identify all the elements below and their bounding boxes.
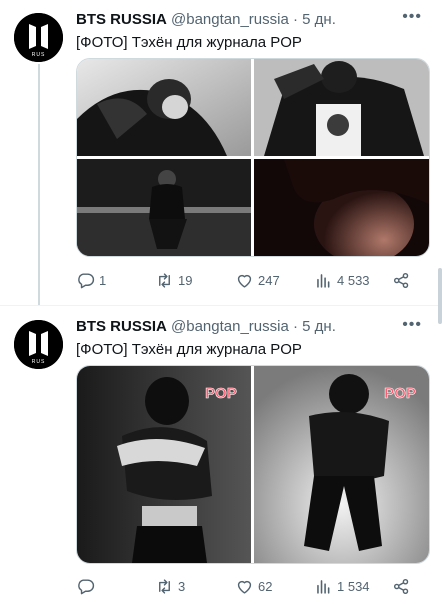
reply-button[interactable]: [76, 574, 99, 598]
share-icon: [393, 272, 409, 288]
like-button[interactable]: 62: [235, 574, 272, 598]
photo[interactable]: [254, 59, 429, 156]
retweet-button[interactable]: 3: [155, 574, 185, 598]
author-name[interactable]: BTS RUSSIA: [76, 11, 167, 28]
like-count: 247: [258, 272, 280, 288]
tweet-text: [ФОТО] Тэхён для журнала POP: [76, 34, 302, 51]
retweet-icon: [159, 578, 170, 594]
tweet-text: [ФОТО] Тэхён для журнала POP: [76, 341, 302, 358]
bts-logo-icon: RUS: [14, 13, 63, 62]
retweet-count: 3: [178, 578, 186, 594]
tweet[interactable]: RUS BTS RUSSIA @bangtan_russia · 5 дн. •…: [0, 305, 442, 605]
share-icon: [393, 578, 409, 594]
thread-line: [38, 64, 40, 305]
author-handle[interactable]: @bangtan_russia: [171, 11, 289, 28]
heart-icon: [237, 580, 252, 594]
share-button[interactable]: [392, 574, 411, 598]
photo[interactable]: [77, 59, 251, 156]
retweet-icon: [159, 272, 170, 288]
tweet[interactable]: RUS BTS RUSSIA @bangtan_russia · 5 дн. •…: [0, 0, 442, 305]
bts-logo-icon: RUS: [14, 320, 63, 369]
views-button[interactable]: 1 534: [314, 574, 370, 598]
media-grid: [76, 58, 430, 257]
retweet-button[interactable]: 19: [155, 268, 192, 292]
author-handle[interactable]: @bangtan_russia: [171, 318, 289, 335]
tweet-actions: 1 19 247 4 533: [76, 268, 428, 292]
photo[interactable]: POP: [77, 366, 251, 563]
retweet-count: 19: [178, 272, 193, 288]
tweet-actions: 3 62 1 534: [76, 574, 428, 598]
separator: ·: [293, 11, 298, 28]
timeline-feed: RUS BTS RUSSIA @bangtan_russia · 5 дн. •…: [0, 0, 442, 604]
timestamp[interactable]: 5 дн.: [302, 11, 336, 28]
like-count: 62: [258, 578, 273, 594]
pop-logo: POP: [205, 385, 237, 402]
reply-icon: [78, 578, 95, 594]
views-icon: [317, 273, 330, 288]
reply-button[interactable]: 1: [76, 268, 106, 292]
views-button[interactable]: 4 533: [314, 268, 370, 292]
tweet-header: BTS RUSSIA @bangtan_russia · 5 дн.: [76, 10, 336, 30]
views-count: 1 534: [337, 578, 370, 594]
views-icon: [317, 579, 330, 594]
avatar[interactable]: RUS: [14, 320, 63, 369]
avatar[interactable]: RUS: [14, 13, 63, 62]
avatar-label: RUS: [32, 359, 46, 365]
more-icon[interactable]: •••: [402, 317, 422, 333]
like-button[interactable]: 247: [235, 268, 280, 292]
author-name[interactable]: BTS RUSSIA: [76, 318, 167, 335]
reply-icon: [78, 272, 95, 288]
scrollbar[interactable]: [438, 268, 442, 324]
tweet-header: BTS RUSSIA @bangtan_russia · 5 дн.: [76, 317, 336, 337]
share-button[interactable]: [392, 268, 411, 292]
heart-icon: [237, 274, 252, 288]
more-icon[interactable]: •••: [402, 9, 422, 25]
separator: ·: [293, 318, 298, 335]
photo[interactable]: [77, 159, 251, 256]
avatar-label: RUS: [32, 52, 46, 58]
media-grid: POP POP: [76, 365, 430, 564]
timestamp[interactable]: 5 дн.: [302, 318, 336, 335]
photo[interactable]: [254, 159, 429, 256]
reply-count: 1: [99, 272, 107, 288]
photo[interactable]: POP: [254, 366, 429, 563]
views-count: 4 533: [337, 272, 370, 288]
pop-logo: POP: [384, 385, 416, 402]
